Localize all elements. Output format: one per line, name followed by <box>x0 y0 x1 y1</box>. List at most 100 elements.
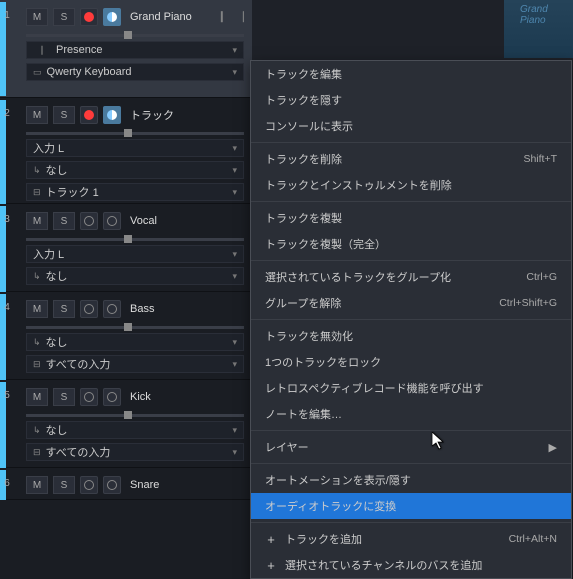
record-icon <box>84 480 94 490</box>
menu-item[interactable]: 1つのトラックをロック <box>251 349 571 375</box>
menu-separator <box>251 430 571 431</box>
input-dropdown[interactable]: ⊟すべての入力 <box>26 443 244 461</box>
input-dropdown[interactable]: ▭Qwerty Keyboard <box>26 63 244 81</box>
menu-item[interactable]: トラックを複製 <box>251 205 571 231</box>
route-dropdown[interactable]: ⊟トラック 1 <box>26 183 244 201</box>
track-3[interactable]: 3 M S Vocal 入力 L ↳なし <box>0 204 252 292</box>
mute-button[interactable]: M <box>26 476 48 494</box>
volume-slider[interactable] <box>26 326 244 329</box>
record-arm-button[interactable] <box>80 8 98 26</box>
menu-item[interactable]: トラックを複製（完全） <box>251 231 571 257</box>
monitor-button[interactable] <box>103 300 121 318</box>
record-arm-button[interactable] <box>80 300 98 318</box>
send-icon: ↳ <box>33 165 41 176</box>
menu-label: トラックとインストゥルメントを削除 <box>265 177 452 193</box>
menu-item: レトロスペクティブレコード機能を呼び出す <box>251 375 571 401</box>
track-1[interactable]: 1 M S Grand Piano ⎹⎸⎹ ⎹⎸Presence ▭Qwerty… <box>0 0 252 98</box>
output-dropdown[interactable]: ↳なし <box>26 161 244 179</box>
mute-button[interactable]: M <box>26 8 48 26</box>
menu-item[interactable]: ノートを編集… <box>251 401 571 427</box>
output-dropdown[interactable]: ↳なし <box>26 267 244 285</box>
track-name[interactable]: Bass <box>130 303 154 315</box>
menu-item[interactable]: トラックを編集 <box>251 61 571 87</box>
route-icon: ⊟ <box>33 187 41 198</box>
monitor-button[interactable] <box>103 388 121 406</box>
track-5[interactable]: 5 M S Kick ↳なし ⊟すべての入力 <box>0 380 252 468</box>
mute-button[interactable]: M <box>26 300 48 318</box>
menu-separator <box>251 319 571 320</box>
track-number: 4 <box>0 294 14 313</box>
mute-button[interactable]: M <box>26 388 48 406</box>
menu-item[interactable]: コンソールに表示 <box>251 113 571 139</box>
track-4[interactable]: 4 M S Bass ↳なし ⊟すべての入力 <box>0 292 252 380</box>
menu-label: トラックを複製（完全） <box>265 236 386 252</box>
menu-item[interactable]: トラックとインストゥルメントを削除 <box>251 172 571 198</box>
track-6[interactable]: 6 M S Snare <box>0 468 252 500</box>
monitor-button[interactable] <box>103 476 121 494</box>
track-number: 5 <box>0 382 14 401</box>
menu-item[interactable]: +トラックを追加Ctrl+Alt+N <box>251 526 571 552</box>
input-dropdown[interactable]: 入力 L <box>26 139 244 157</box>
solo-button[interactable]: S <box>53 388 75 406</box>
mute-button[interactable]: M <box>26 106 48 124</box>
solo-button[interactable]: S <box>53 8 75 26</box>
track-name[interactable]: Kick <box>130 391 151 403</box>
track-name[interactable]: トラック <box>130 107 174 123</box>
track-number: 2 <box>0 100 14 119</box>
menu-item[interactable]: オーディオトラックに変換 <box>251 493 571 519</box>
record-arm-button[interactable] <box>80 476 98 494</box>
record-icon <box>84 304 94 314</box>
menu-separator <box>251 522 571 523</box>
slider-thumb[interactable] <box>124 411 132 419</box>
instrument-dropdown[interactable]: ⎹⎸Presence <box>26 41 244 59</box>
output-dropdown[interactable]: ↳なし <box>26 421 244 439</box>
menu-item[interactable]: トラックを無効化 <box>251 323 571 349</box>
menu-label: レイヤー <box>265 439 309 455</box>
volume-slider[interactable] <box>26 34 244 37</box>
volume-slider[interactable] <box>26 132 244 135</box>
solo-button[interactable]: S <box>53 300 75 318</box>
track-name[interactable]: Vocal <box>130 215 157 227</box>
menu-item[interactable]: 選択されているトラックをグループ化Ctrl+G <box>251 264 571 290</box>
record-icon <box>84 392 94 402</box>
menu-shortcut: Ctrl+Alt+N <box>509 533 557 545</box>
menu-separator <box>251 463 571 464</box>
monitor-icon <box>107 12 117 22</box>
menu-separator <box>251 142 571 143</box>
send-icon: ↳ <box>33 337 41 348</box>
menu-item[interactable]: レイヤー ▶ <box>251 434 571 460</box>
context-menu: トラックを編集トラックを隠すコンソールに表示トラックを削除Shift+T トラック… <box>250 60 572 579</box>
record-arm-button[interactable] <box>80 106 98 124</box>
slider-thumb[interactable] <box>124 235 132 243</box>
record-arm-button[interactable] <box>80 212 98 230</box>
solo-button[interactable]: S <box>53 476 75 494</box>
midi-clip[interactable] <box>504 0 573 58</box>
solo-button[interactable]: S <box>53 106 75 124</box>
monitor-button[interactable] <box>103 8 121 26</box>
monitor-button[interactable] <box>103 212 121 230</box>
submenu-arrow-icon: ▶ <box>549 441 557 454</box>
monitor-icon <box>107 392 117 402</box>
input-dropdown[interactable]: ⊟すべての入力 <box>26 355 244 373</box>
mute-button[interactable]: M <box>26 212 48 230</box>
volume-slider[interactable] <box>26 414 244 417</box>
route-icon: ⊟ <box>33 447 41 458</box>
monitor-button[interactable] <box>103 106 121 124</box>
track-name[interactable]: Snare <box>130 479 159 491</box>
track-2[interactable]: 2 M S トラック 入力 L ↳なし ⊟トラック 1 <box>0 98 252 204</box>
input-dropdown[interactable]: 入力 L <box>26 245 244 263</box>
menu-item[interactable]: オートメーションを表示/隠す <box>251 467 571 493</box>
menu-item[interactable]: +選択されているチャンネルのバスを追加 <box>251 552 571 578</box>
record-arm-button[interactable] <box>80 388 98 406</box>
menu-item[interactable]: トラックを削除Shift+T <box>251 146 571 172</box>
menu-item[interactable]: トラックを隠す <box>251 87 571 113</box>
track-name[interactable]: Grand Piano <box>130 11 192 23</box>
slider-thumb[interactable] <box>124 31 132 39</box>
slider-thumb[interactable] <box>124 323 132 331</box>
volume-slider[interactable] <box>26 238 244 241</box>
instrument-icon[interactable]: ⎹⎸⎹ <box>211 11 244 24</box>
menu-label: グループを解除 <box>265 295 341 311</box>
slider-thumb[interactable] <box>124 129 132 137</box>
solo-button[interactable]: S <box>53 212 75 230</box>
output-dropdown[interactable]: ↳なし <box>26 333 244 351</box>
